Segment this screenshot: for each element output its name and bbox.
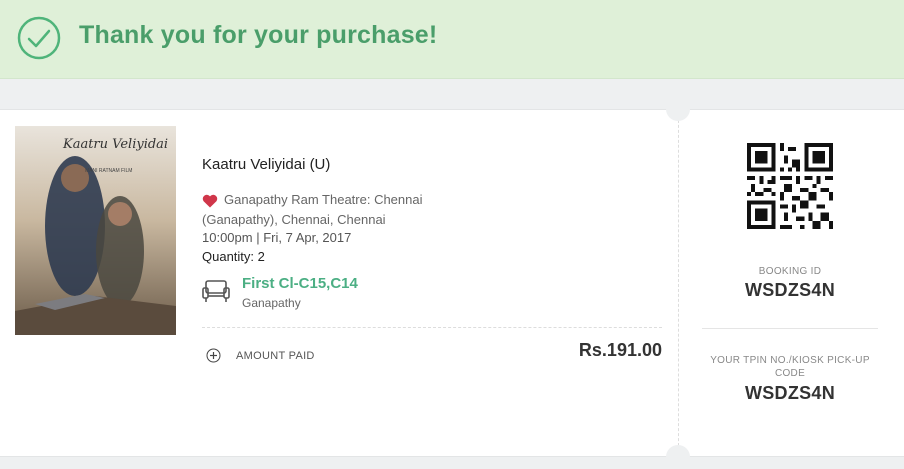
amount-paid-value: Rs.191.00: [578, 340, 662, 360]
theatre-name: Ganapathy Ram Theatre: Chennai: [224, 192, 423, 207]
ticket-perforation: [678, 110, 679, 456]
ticket-quantity: Quantity: 2: [202, 249, 265, 264]
success-banner: Thank you for your purchase!: [0, 0, 904, 79]
poster-title: Kaatru Veliyidai: [62, 137, 168, 152]
ticket-card: Kaatru Veliyidai MANI RATNAM FILM Kaatru…: [0, 97, 904, 469]
ticket-notch-bottom: [666, 445, 690, 469]
tpin-code: WSDZS4N: [744, 383, 836, 403]
movie-title: Kaatru Veliyidai (U): [202, 156, 331, 173]
booking-id-label: BOOKING ID: [758, 266, 822, 277]
theatre-info: Ganapathy Ram Theatre: Chennai (Ganapath…: [202, 190, 462, 230]
banner-title: Thank you for your purchase!: [79, 21, 438, 49]
seat-icon: [202, 280, 230, 302]
poster-subtitle: MANI RATNAM FILM: [85, 168, 132, 174]
seat-class: First Cl-C15,C14: [242, 275, 358, 292]
ticket-notch-top: [666, 97, 690, 121]
check-circle-icon: [17, 16, 61, 60]
tpin-label: YOUR TPIN NO./KIOSK PICK-UP CODE: [710, 355, 870, 379]
screen-name: Ganapathy: [242, 296, 301, 310]
amount-paid-label[interactable]: AMOUNT PAID: [236, 350, 315, 362]
theatre-location: (Ganapathy), Chennai, Chennai: [202, 212, 386, 227]
heart-icon[interactable]: [202, 194, 218, 208]
booking-separator: [702, 328, 878, 329]
plus-circle-icon[interactable]: [206, 348, 221, 363]
showtime: 10:00pm | Fri, 7 Apr, 2017: [202, 230, 352, 245]
booking-id-value: WSDZS4N: [744, 280, 836, 300]
movie-poster: Kaatru Veliyidai MANI RATNAM FILM: [15, 126, 176, 335]
qr-code: [747, 143, 833, 229]
dashed-divider: [202, 327, 662, 328]
